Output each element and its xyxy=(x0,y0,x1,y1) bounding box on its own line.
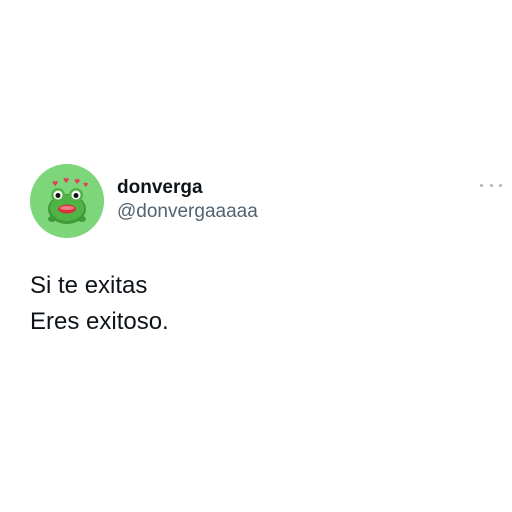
svg-text:♥: ♥ xyxy=(74,178,80,186)
tweet-text: Si te exitas Eres exitoso. xyxy=(30,268,169,340)
svg-text:♥: ♥ xyxy=(52,180,58,188)
frog-avatar-icon: ♥ ♥ ♥ ♥ xyxy=(30,164,104,238)
tweet-text-line: Si te exitas xyxy=(30,272,148,299)
dot-icon xyxy=(480,183,483,187)
author-info: donverga @donvergaaaaa xyxy=(117,176,258,224)
author-handle[interactable]: @donvergaaaaa xyxy=(117,200,258,224)
tweet-text-line: Eres exitoso. xyxy=(30,308,169,335)
svg-text:♥: ♥ xyxy=(83,182,88,189)
dot-icon xyxy=(499,183,502,187)
dot-icon xyxy=(489,183,493,187)
tweet-card: ♥ ♥ ♥ ♥ donverga @donvergaaaaa Si te exi… xyxy=(0,0,512,512)
more-options-icon[interactable] xyxy=(480,178,502,192)
svg-text:♥: ♥ xyxy=(63,177,69,185)
author-avatar[interactable]: ♥ ♥ ♥ ♥ xyxy=(30,164,104,238)
author-display-name[interactable]: donverga xyxy=(117,176,258,199)
